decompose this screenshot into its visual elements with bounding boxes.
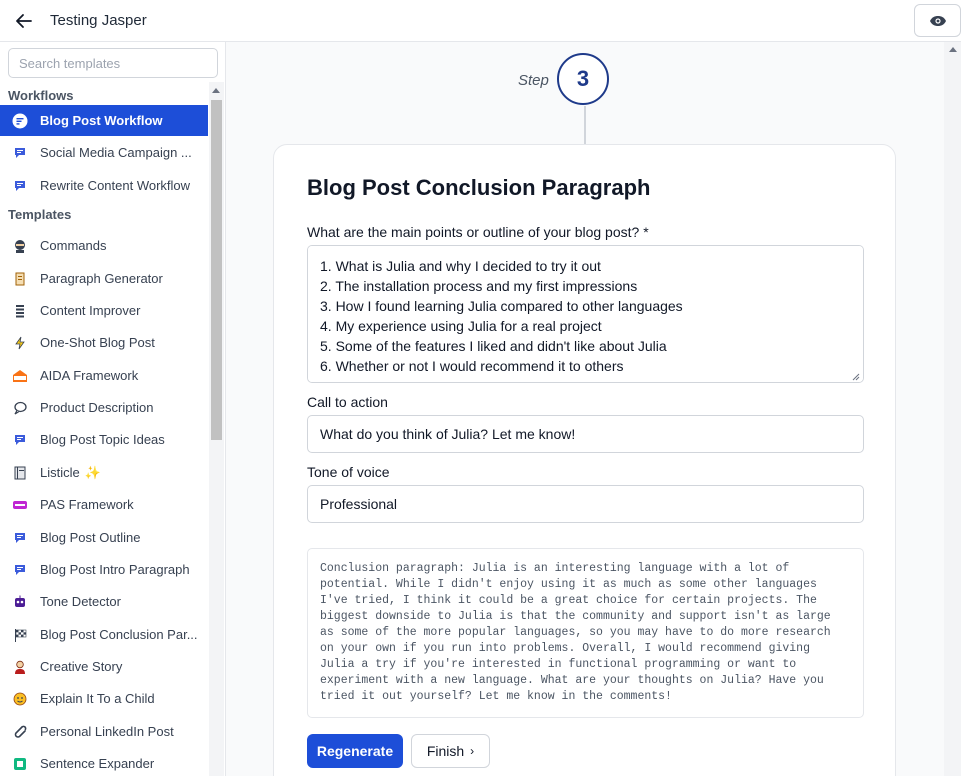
sidebar-item-label: Blog Post Conclusion Par...	[40, 627, 198, 642]
speech-bubble-icon	[12, 400, 28, 416]
sidebar-item-blog-post-intro-paragraph[interactable]: Blog Post Intro Paragraph	[0, 554, 208, 585]
sidebar-item-label: PAS Framework	[40, 497, 134, 512]
tone-label: Tone of voice	[307, 464, 390, 480]
aida-badge-icon	[12, 368, 28, 384]
scroll-up-arrow-icon[interactable]	[212, 88, 220, 93]
scroll-icon	[12, 271, 28, 287]
tone-input[interactable]	[307, 485, 864, 523]
list-icon	[12, 303, 28, 319]
sidebar-item-listicle[interactable]: Listicle ✨	[0, 457, 208, 488]
cta-input[interactable]	[307, 415, 864, 453]
sidebar-item-blog-post-outline[interactable]: Blog Post Outline	[0, 522, 208, 553]
message-icon	[12, 562, 28, 578]
sidebar-item-label: Listicle	[40, 465, 80, 480]
regenerate-label: Regenerate	[316, 743, 394, 759]
finish-label: Finish	[426, 743, 465, 759]
back-button[interactable]	[12, 9, 36, 33]
sidebar-item-label: One-Shot Blog Post	[40, 335, 155, 350]
preview-button[interactable]	[914, 4, 961, 37]
sidebar-item-content-improver[interactable]: Content Improver	[0, 295, 208, 326]
sidebar-item-sentence-expander[interactable]: Sentence Expander	[0, 748, 208, 776]
top-bar: Testing Jasper	[0, 0, 961, 42]
resize-grip-icon[interactable]	[850, 371, 860, 381]
templates-heading: Templates	[8, 207, 72, 222]
ninja-icon	[12, 238, 28, 254]
sidebar-item-label: Tone Detector	[40, 594, 121, 609]
sidebar-item-label: Rewrite Content Workflow	[40, 178, 191, 193]
page-title: Testing Jasper	[50, 12, 147, 29]
sidebar-item-label: Social Media Campaign ...	[40, 145, 192, 160]
step-label: Step	[518, 72, 549, 89]
sidebar-item-label: Blog Post Intro Paragraph	[40, 562, 190, 577]
sidebar-item-commands[interactable]: Commands	[0, 230, 208, 261]
sidebar-item-explain-to-child[interactable]: Explain It To a Child	[0, 683, 208, 714]
sidebar-item-label: Personal LinkedIn Post	[40, 724, 174, 739]
sidebar: Workflows Blog Post Workflow Social Medi…	[0, 42, 226, 776]
sidebar-item-creative-story[interactable]: Creative Story	[0, 651, 208, 682]
sidebar-item-label: Content Improver	[40, 303, 141, 318]
sidebar-item-label: AIDA Framework	[40, 368, 139, 383]
step-connector	[584, 106, 586, 146]
cta-label: Call to action	[307, 394, 388, 410]
sidebar-item-label: Product Description	[40, 400, 154, 415]
sidebar-scrollbar-thumb[interactable]	[211, 100, 222, 440]
sidebar-item-blog-post-conclusion[interactable]: Blog Post Conclusion Par...	[0, 619, 208, 650]
sidebar-item-personal-linkedin-post[interactable]: Personal LinkedIn Post	[0, 716, 208, 747]
pas-badge-icon	[12, 497, 28, 513]
sidebar-item-label: Paragraph Generator	[40, 271, 163, 286]
sidebar-item-label: Commands	[40, 238, 107, 253]
expand-icon	[12, 756, 28, 772]
sidebar-item-label: Explain It To a Child	[40, 691, 155, 706]
main-content: Step 3 Blog Post Conclusion Paragraph Wh…	[226, 42, 961, 776]
sidebar-item-blog-post-topic-ideas[interactable]: Blog Post Topic Ideas	[0, 424, 208, 455]
finish-button[interactable]: Finish ›	[411, 734, 490, 768]
workflows-heading: Workflows	[8, 88, 74, 103]
regenerate-button[interactable]: Regenerate	[307, 734, 403, 768]
sidebar-item-label: Sentence Expander	[40, 756, 155, 771]
scroll-up-arrow-icon[interactable]	[949, 47, 957, 52]
sidebar-item-tone-detector[interactable]: Tone Detector	[0, 586, 208, 617]
sidebar-item-blog-post-workflow[interactable]: Blog Post Workflow	[0, 105, 208, 136]
robot-icon	[12, 594, 28, 610]
sidebar-item-label: Blog Post Topic Ideas	[40, 432, 165, 447]
chevron-right-icon: ›	[470, 744, 475, 758]
arrow-left-icon	[16, 14, 32, 28]
template-card: Blog Post Conclusion Paragraph What are …	[273, 144, 896, 776]
notebook-icon	[12, 465, 28, 481]
sidebar-item-aida-framework[interactable]: AIDA Framework	[0, 360, 208, 391]
generated-output[interactable]: Conclusion paragraph: Julia is an intere…	[307, 548, 864, 718]
card-title: Blog Post Conclusion Paragraph	[307, 175, 651, 200]
sidebar-item-one-shot-blog-post[interactable]: One-Shot Blog Post	[0, 327, 208, 358]
message-icon	[12, 432, 28, 448]
chat-bubble-icon	[12, 113, 28, 129]
message-icon	[12, 145, 28, 161]
outline-textarea[interactable]: 1. What is Julia and why I decided to tr…	[307, 245, 864, 383]
checkered-flag-icon	[12, 627, 28, 643]
person-icon	[12, 659, 28, 675]
outline-label: What are the main points or outline of y…	[307, 224, 649, 240]
paperclip-icon	[12, 724, 28, 740]
sidebar-item-label: Creative Story	[40, 659, 123, 674]
sidebar-item-social-media-campaign[interactable]: Social Media Campaign ...	[0, 137, 208, 168]
search-input[interactable]	[8, 48, 218, 78]
sidebar-item-label: Blog Post Workflow	[40, 113, 163, 128]
step-number: 3	[557, 53, 609, 105]
sidebar-item-product-description[interactable]: Product Description	[0, 392, 208, 423]
sidebar-item-paragraph-generator[interactable]: Paragraph Generator	[0, 263, 208, 294]
sidebar-item-rewrite-content-workflow[interactable]: Rewrite Content Workflow	[0, 170, 208, 201]
main-scrollbar[interactable]	[944, 42, 961, 776]
child-face-icon	[12, 691, 28, 707]
sidebar-item-label: Blog Post Outline	[40, 530, 141, 545]
sidebar-item-pas-framework[interactable]: PAS Framework	[0, 489, 208, 520]
message-icon	[12, 530, 28, 546]
sparkle-icon: ✨	[84, 464, 101, 480]
lightning-icon	[12, 335, 28, 351]
eye-icon	[929, 15, 946, 26]
message-icon	[12, 178, 28, 194]
